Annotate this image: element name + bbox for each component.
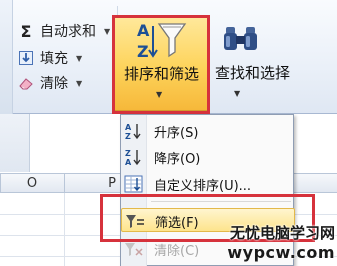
fill-down-icon — [18, 50, 34, 66]
chevron-down-icon: ▼ — [234, 89, 241, 98]
svg-text:A: A — [137, 21, 150, 40]
sort-ascending-icon: A Z — [124, 122, 144, 140]
chevron-down-icon[interactable]: ▼ — [76, 54, 82, 63]
watermark: 无忧电脑学习网 wypcw.com — [222, 224, 335, 262]
custom-sort-icon — [124, 175, 144, 193]
column-header-o[interactable]: O — [0, 174, 64, 193]
chevron-down-icon[interactable]: ▼ — [104, 27, 110, 36]
autosum-label: 自动求和 — [40, 24, 96, 40]
clear-filter-icon — [124, 240, 144, 258]
menu-item-custom-sort[interactable]: 自定义排序(U)... — [121, 172, 295, 196]
ribbon-left-strip — [0, 0, 13, 114]
menu-item-label: 自定义排序(U)... — [154, 179, 252, 194]
menu-item-label: 升序(S) — [154, 126, 199, 141]
menu-item-sort-descending[interactable]: Z A 降序(O) — [121, 145, 295, 169]
svg-text:Z: Z — [125, 132, 131, 140]
svg-text:Z: Z — [125, 149, 131, 158]
sort-filter-button[interactable]: A Z 排序和筛选 ▼ — [113, 17, 208, 111]
menu-item-label: 清除(C) — [154, 244, 200, 259]
chevron-down-icon: ▼ — [156, 90, 163, 99]
sigma-icon: Σ — [20, 21, 32, 41]
ribbon: Σ 自动求和 ▼ 填充 ▼ 清除 ▼ A Z 排序和筛选 ▼ 查找和选择 ▼ — [0, 0, 337, 114]
filter-icon — [125, 212, 145, 230]
clear-label: 清除 — [40, 76, 68, 92]
find-select-button[interactable]: 查找和选择 ▼ — [210, 17, 295, 111]
svg-text:A: A — [125, 123, 132, 132]
menu-separator — [151, 201, 291, 202]
formula-area — [0, 114, 30, 172]
svg-text:A: A — [125, 158, 132, 166]
menu-item-label: 降序(O) — [154, 152, 201, 167]
sort-descending-icon: Z A — [124, 148, 144, 166]
sort-filter-label: 排序和筛选 — [123, 65, 199, 83]
menu-item-label: 筛选(F) — [155, 216, 199, 231]
watermark-line2: wypcw.com — [227, 243, 335, 262]
binoculars-icon — [221, 23, 261, 58]
clear-button[interactable]: 清除 ▼ — [18, 72, 82, 94]
find-select-label: 查找和选择 — [214, 64, 290, 82]
autosum-button[interactable]: Σ 自动求和 ▼ — [18, 20, 111, 42]
eraser-icon — [18, 75, 34, 91]
chevron-down-icon[interactable]: ▼ — [76, 79, 82, 88]
fill-label: 填充 — [40, 51, 68, 67]
watermark-line1: 无忧电脑学习网 — [229, 224, 335, 242]
sort-filter-icon: A Z — [134, 20, 188, 65]
fill-button[interactable]: 填充 ▼ — [18, 47, 82, 69]
menu-item-sort-ascending[interactable]: A Z 升序(S) — [121, 119, 295, 143]
svg-text:Z: Z — [137, 42, 149, 61]
